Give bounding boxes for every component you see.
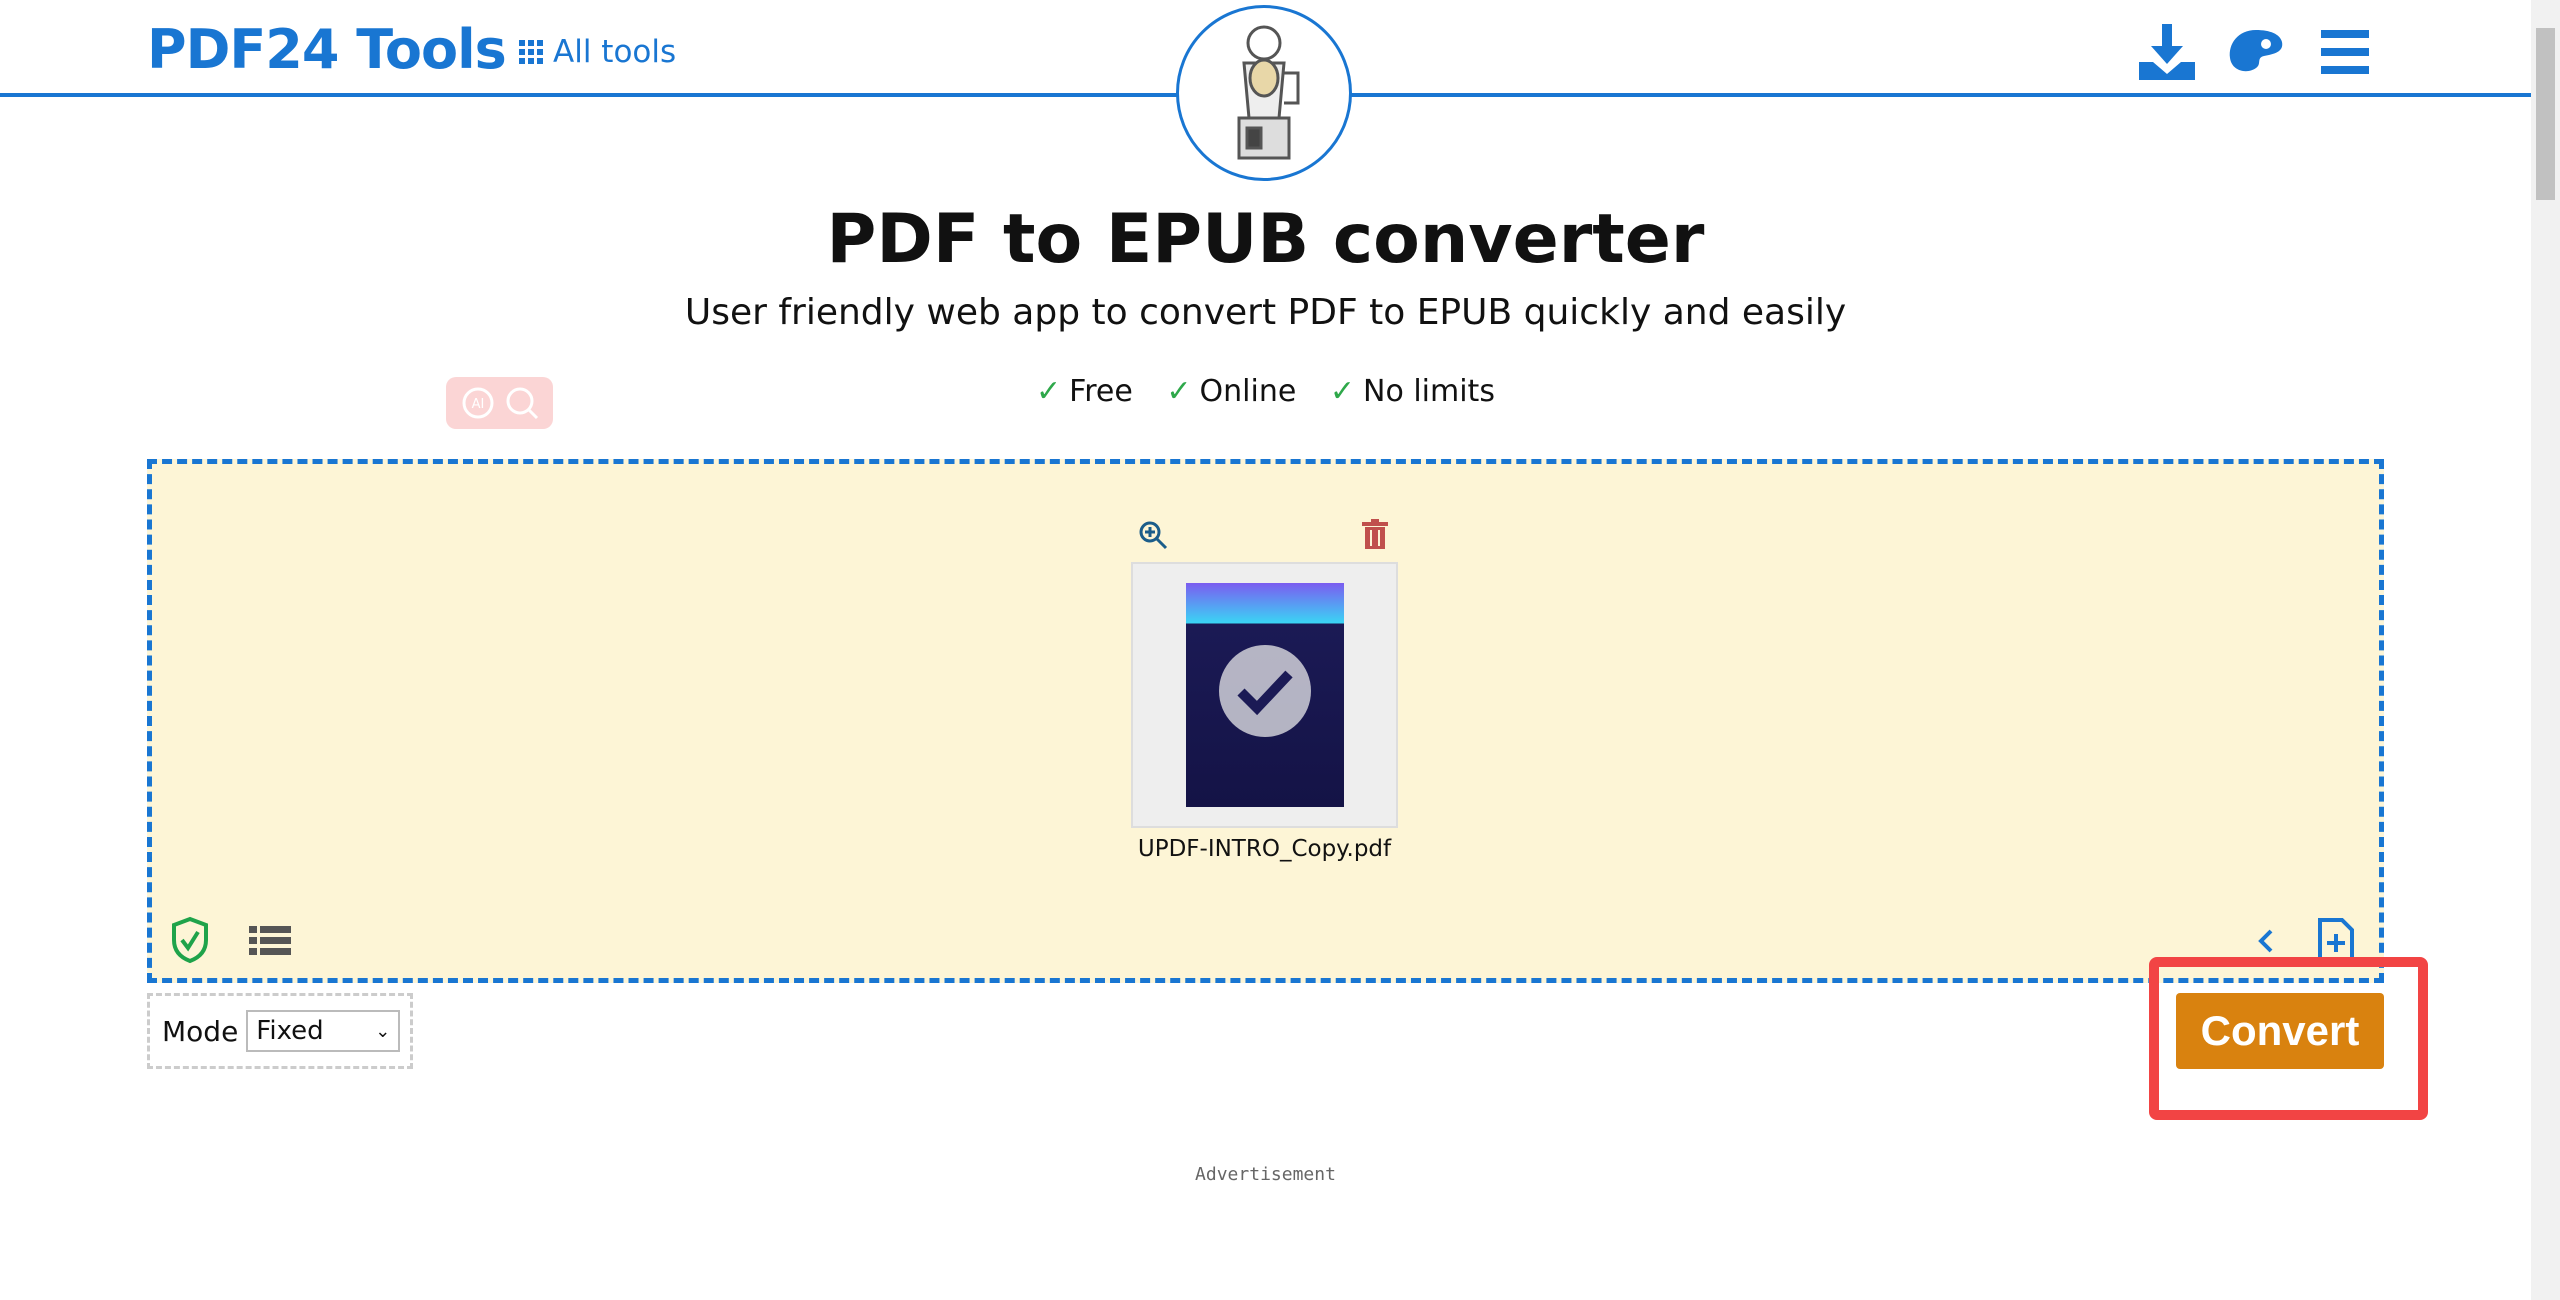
blender-mascot-icon [1237,25,1300,160]
convert-button[interactable]: Convert [2176,993,2384,1069]
pdf-page-preview [1185,583,1344,807]
mode-select[interactable]: Fixed ⌄ [246,1010,401,1052]
zoom-in-icon[interactable] [1138,520,1168,550]
pdf24-logo[interactable]: PDF24 Tools [147,18,507,81]
download-icon[interactable] [2137,22,2197,82]
ai-icon: AI [462,387,493,419]
feature-list: ✓ Free ✓ Online ✓ No limits [0,374,2531,409]
feature-online: ✓ Online [1166,374,1296,409]
mode-label: Mode [162,1014,239,1048]
trash-icon[interactable] [1362,519,1388,549]
check-icon: ✓ [1036,374,1062,409]
file-name: UPDF-INTRO_Copy.pdf [1137,836,1392,862]
advertisement-label: Advertisement [1195,1164,1336,1185]
check-icon: ✓ [1329,374,1355,409]
all-tools-link[interactable]: All tools [519,34,676,70]
file-thumbnail[interactable] [1131,562,1398,828]
svg-text:AI: AI [471,397,484,412]
menu-icon[interactable] [2315,22,2375,82]
scrollbar-thumb[interactable] [2536,28,2555,200]
feature-label: Online [1199,374,1297,409]
feature-label: Free [1069,374,1133,409]
page-title: PDF to EPUB converter [826,200,1705,279]
mode-option: Mode Fixed ⌄ [147,993,413,1069]
shield-check-icon[interactable] [170,916,210,964]
search-icon [506,387,538,420]
ai-search-button[interactable]: AI [446,377,553,429]
checkmark-icon [1218,645,1311,737]
chevron-left-icon[interactable] [2256,926,2276,956]
chevron-down-icon: ⌄ [375,1020,391,1042]
feature-no-limits: ✓ No limits [1330,374,1495,409]
all-tools-label: All tools [553,34,677,70]
page-subtitle: User friendly web app to convert PDF to … [684,292,1847,333]
check-icon: ✓ [1166,374,1192,409]
palette-icon[interactable] [2226,22,2286,82]
mode-value: Fixed [256,1016,324,1046]
list-view-icon[interactable] [249,926,291,956]
mascot-logo[interactable] [1176,5,1352,181]
feature-free: ✓ Free [1036,374,1133,409]
grid-icon [519,40,543,64]
feature-label: No limits [1363,374,1495,409]
